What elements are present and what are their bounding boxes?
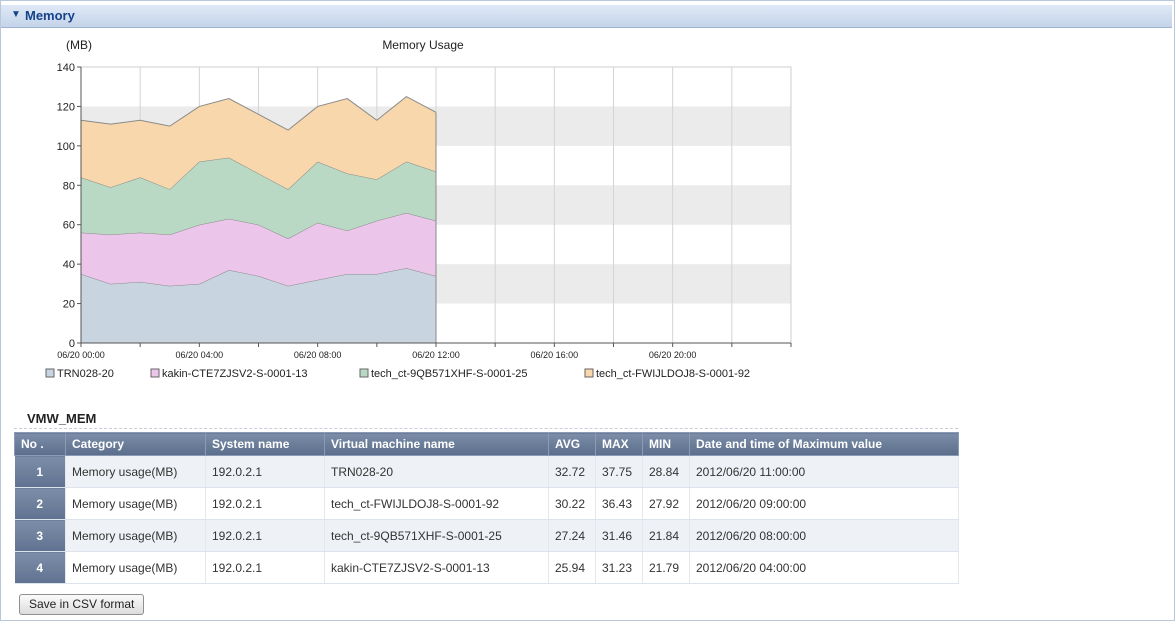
y-tick-label: 120 — [57, 101, 75, 113]
y-tick-label: 100 — [57, 141, 75, 153]
col-header-category[interactable]: Category — [65, 432, 206, 456]
cell-category: Memory usage(MB) — [65, 487, 206, 520]
legend-item: tech_ct-FWIJLDOJ8-S-0001-92 — [584, 368, 750, 380]
table-title-divider — [14, 428, 958, 429]
cell-system-name: 192.0.2.1 — [205, 487, 325, 520]
y-tick-label: 40 — [63, 259, 75, 271]
x-tick-label: 06/20 04:00 — [176, 350, 224, 360]
cell-vm-name: kakin-CTE7ZJSV2-S-0001-13 — [324, 551, 549, 584]
legend-label: tech_ct-9QB571XHF-S-0001-25 — [371, 368, 528, 380]
table-header-row: No . Category System name Virtual machin… — [14, 432, 959, 456]
row-number: 4 — [14, 551, 66, 584]
table-row: 1 Memory usage(MB) 192.0.2.1 TRN028-20 3… — [14, 455, 959, 488]
cell-max: 36.43 — [595, 487, 643, 520]
table-row: 4 Memory usage(MB) 192.0.2.1 kakin-CTE7Z… — [14, 551, 959, 584]
chart-title: Memory Usage — [382, 38, 464, 52]
y-tick-label: 80 — [63, 180, 75, 192]
cell-category: Memory usage(MB) — [65, 551, 206, 584]
legend-swatch — [359, 368, 369, 378]
cell-min: 21.79 — [642, 551, 690, 584]
section-title: Memory — [25, 8, 75, 23]
col-header-system-name[interactable]: System name — [205, 432, 325, 456]
cell-max-datetime: 2012/06/20 08:00:00 — [689, 519, 959, 552]
chart-y-unit-label: (MB) — [66, 38, 92, 52]
col-header-max[interactable]: MAX — [595, 432, 643, 456]
cell-min: 28.84 — [642, 455, 690, 488]
cell-category: Memory usage(MB) — [65, 455, 206, 488]
col-header-vm-name[interactable]: Virtual machine name — [324, 432, 549, 456]
cell-max-datetime: 2012/06/20 11:00:00 — [689, 455, 959, 488]
cell-system-name: 192.0.2.1 — [205, 519, 325, 552]
cell-vm-name: tech_ct-9QB571XHF-S-0001-25 — [324, 519, 549, 552]
cell-min: 27.92 — [642, 487, 690, 520]
col-header-avg[interactable]: AVG — [548, 432, 596, 456]
cell-max: 37.75 — [595, 455, 643, 488]
cell-avg: 32.72 — [548, 455, 596, 488]
legend-swatch — [45, 368, 55, 378]
cell-vm-name: tech_ct-FWIJLDOJ8-S-0001-92 — [324, 487, 549, 520]
cell-min: 21.84 — [642, 519, 690, 552]
table-row: 2 Memory usage(MB) 192.0.2.1 tech_ct-FWI… — [14, 487, 959, 520]
col-header-no[interactable]: No . — [14, 432, 66, 456]
cell-vm-name: TRN028-20 — [324, 455, 549, 488]
legend-swatch — [584, 368, 594, 378]
y-tick-label: 20 — [63, 299, 75, 311]
cell-max-datetime: 2012/06/20 04:00:00 — [689, 551, 959, 584]
x-tick-label: 06/20 20:00 — [649, 350, 697, 360]
cell-system-name: 192.0.2.1 — [205, 455, 325, 488]
save-csv-button[interactable]: Save in CSV format — [19, 594, 145, 615]
memory-usage-chart: (MB) Memory Usage 0 20 40 60 80 100 120 140 06/2… — [45, 38, 792, 380]
legend-item: tech_ct-9QB571XHF-S-0001-25 — [359, 368, 528, 380]
row-number: 3 — [14, 519, 66, 552]
y-tick-label: 60 — [63, 220, 75, 232]
cell-system-name: 192.0.2.1 — [205, 551, 325, 584]
cell-avg: 30.22 — [548, 487, 596, 520]
x-tick-label: 06/20 08:00 — [294, 350, 342, 360]
legend-label: TRN028-20 — [57, 368, 114, 380]
legend-label: kakin-CTE7ZJSV2-S-0001-13 — [162, 368, 308, 380]
cell-avg: 27.24 — [548, 519, 596, 552]
x-tick-label: 06/20 16:00 — [531, 350, 579, 360]
legend-label: tech_ct-FWIJLDOJ8-S-0001-92 — [596, 368, 750, 380]
row-number: 2 — [14, 487, 66, 520]
legend-swatch — [150, 368, 160, 378]
y-tick-label: 0 — [69, 338, 75, 350]
vmw-mem-table: No . Category System name Virtual machin… — [14, 432, 959, 584]
table-row: 3 Memory usage(MB) 192.0.2.1 tech_ct-9QB… — [14, 519, 959, 552]
memory-section-header[interactable]: ▼ Memory — [1, 5, 1172, 28]
legend-item: TRN028-20 — [45, 368, 114, 380]
cell-max-datetime: 2012/06/20 09:00:00 — [689, 487, 959, 520]
cell-max: 31.23 — [595, 551, 643, 584]
cell-category: Memory usage(MB) — [65, 519, 206, 552]
table-title: VMW_MEM — [27, 411, 97, 426]
col-header-max-datetime[interactable]: Date and time of Maximum value — [689, 432, 959, 456]
legend-item: kakin-CTE7ZJSV2-S-0001-13 — [150, 368, 308, 380]
y-tick-label: 140 — [57, 62, 75, 74]
row-number: 1 — [14, 455, 66, 488]
collapse-triangle-icon[interactable]: ▼ — [11, 9, 21, 20]
cell-max: 31.46 — [595, 519, 643, 552]
x-tick-label: 06/20 00:00 — [57, 350, 105, 360]
col-header-min[interactable]: MIN — [642, 432, 690, 456]
x-tick-label: 06/20 12:00 — [412, 350, 460, 360]
cell-avg: 25.94 — [548, 551, 596, 584]
